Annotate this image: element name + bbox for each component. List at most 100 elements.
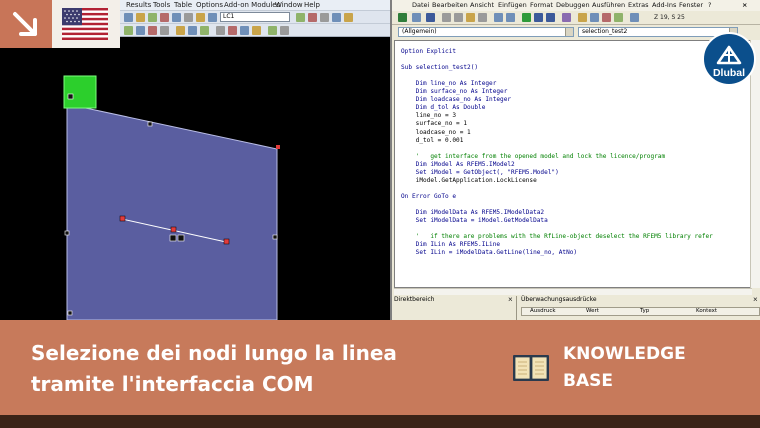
toolbar-icon[interactable] bbox=[160, 26, 169, 35]
node-marker[interactable] bbox=[276, 145, 280, 149]
cut-icon[interactable] bbox=[442, 13, 451, 22]
toolbar-icon[interactable] bbox=[320, 13, 329, 22]
code-line[interactable]: Dim iModelData As RFEM5.IModelData2 bbox=[401, 209, 544, 217]
toolbar-icon[interactable] bbox=[196, 13, 205, 22]
pause-icon[interactable] bbox=[534, 13, 543, 22]
toolbar-icon[interactable] bbox=[280, 26, 289, 35]
code-line[interactable]: iModel.GetApplication.LockLicense bbox=[401, 177, 537, 185]
node-marker[interactable] bbox=[223, 238, 230, 245]
immediate-window[interactable]: Direktbereich × bbox=[392, 295, 517, 320]
code-line[interactable]: loadcase_no = 1 bbox=[401, 129, 471, 137]
close-icon[interactable]: × bbox=[508, 295, 513, 304]
menu-add-on-modules[interactable]: Add-on Modules bbox=[224, 1, 280, 9]
toolbar-icon[interactable] bbox=[148, 26, 157, 35]
code-line[interactable]: line_no = 3 bbox=[401, 112, 456, 120]
node-marker[interactable] bbox=[67, 310, 73, 316]
node-marker[interactable] bbox=[64, 230, 70, 236]
toolbar-icon[interactable] bbox=[216, 26, 225, 35]
node-marker[interactable] bbox=[170, 226, 177, 233]
code-line[interactable]: Set iModel = GetObject(, "RFEM5.Model") bbox=[401, 169, 559, 177]
node-marker[interactable] bbox=[272, 234, 278, 240]
toolbar-icon[interactable] bbox=[136, 13, 145, 22]
vba-menu-ansicht[interactable]: Ansicht bbox=[470, 1, 494, 9]
toolbox-icon[interactable] bbox=[614, 13, 623, 22]
code-line[interactable]: Dim loadcase_no As Integer bbox=[401, 96, 511, 104]
toolbar-icon[interactable] bbox=[124, 26, 133, 35]
toolbar-icon[interactable] bbox=[268, 26, 277, 35]
watch-column-kontext[interactable]: Kontext bbox=[696, 308, 717, 314]
node-marker[interactable] bbox=[119, 215, 126, 222]
code-line[interactable]: ' get interface from the opened model an… bbox=[401, 153, 665, 161]
menu-results[interactable]: Results bbox=[126, 1, 151, 9]
toolbar-icon[interactable] bbox=[160, 13, 169, 22]
code-line[interactable]: Set iModelData = iModel.GetModelData bbox=[401, 217, 548, 225]
vba-menu-extras[interactable]: Extras bbox=[628, 1, 649, 9]
excel-icon[interactable] bbox=[398, 13, 407, 22]
toolbar-icon[interactable] bbox=[184, 13, 193, 22]
project-explorer-icon[interactable] bbox=[578, 13, 587, 22]
stop-icon[interactable] bbox=[546, 13, 555, 22]
toolbar-icon[interactable] bbox=[252, 26, 261, 35]
horizontal-scrollbar[interactable] bbox=[394, 288, 752, 295]
code-line[interactable]: Set ILin = iModelData.GetLine(line_no, A… bbox=[401, 249, 577, 257]
toolbar-icon[interactable] bbox=[176, 26, 185, 35]
menu-options[interactable]: Options bbox=[196, 1, 223, 9]
menu-table[interactable]: Table bbox=[174, 1, 192, 9]
close-icon[interactable]: × bbox=[742, 1, 747, 9]
vba-menu-ausfuehren[interactable]: Ausführen bbox=[592, 1, 625, 9]
toolbar-icon[interactable] bbox=[148, 13, 157, 22]
toolbar-icon[interactable] bbox=[188, 26, 197, 35]
vba-menu-add-ins[interactable]: Add-Ins bbox=[652, 1, 676, 9]
code-line[interactable]: Dim ILin As RFEM5.ILine bbox=[401, 241, 500, 249]
code-line[interactable]: Dim iModel As RFEM5.IModel2 bbox=[401, 161, 515, 169]
menu-tools[interactable]: Tools bbox=[153, 1, 170, 9]
code-line[interactable]: d_tol = 0.001 bbox=[401, 137, 464, 145]
toolbar-icon[interactable] bbox=[332, 13, 341, 22]
help-icon[interactable] bbox=[630, 13, 639, 22]
code-line[interactable]: On Error GoTo e bbox=[401, 193, 456, 201]
watch-column-ausdruck[interactable]: Ausdruck bbox=[530, 308, 556, 314]
vba-menu-help[interactable]: ? bbox=[708, 1, 711, 9]
copy-icon[interactable] bbox=[454, 13, 463, 22]
load-case-select[interactable]: LC1 bbox=[220, 12, 290, 22]
redo-icon[interactable] bbox=[506, 13, 515, 22]
watch-column-wert[interactable]: Wert bbox=[586, 308, 599, 314]
code-line[interactable]: Dim d_tol As Double bbox=[401, 104, 486, 112]
vba-menu-einfuegen[interactable]: Einfügen bbox=[498, 1, 527, 9]
watch-window[interactable]: Überwachungsausdrücke × Ausdruck Wert Ty… bbox=[519, 295, 760, 320]
node-marker[interactable] bbox=[67, 93, 74, 100]
insert-icon[interactable] bbox=[412, 13, 421, 22]
vba-menu-fenster[interactable]: Fenster bbox=[679, 1, 703, 9]
object-browser-icon[interactable] bbox=[602, 13, 611, 22]
code-line[interactable]: Sub selection_test2() bbox=[401, 64, 478, 72]
design-mode-icon[interactable] bbox=[562, 13, 571, 22]
code-line[interactable]: Dim surface_no As Integer bbox=[401, 88, 508, 96]
code-line[interactable]: Option Explicit bbox=[401, 48, 456, 56]
node-marker[interactable] bbox=[177, 234, 185, 242]
vba-menu-debuggen[interactable]: Debuggen bbox=[556, 1, 590, 9]
find-icon[interactable] bbox=[478, 13, 487, 22]
toolbar-icon[interactable] bbox=[308, 13, 317, 22]
toolbar-icon[interactable] bbox=[136, 26, 145, 35]
object-combo[interactable]: (Allgemein) bbox=[398, 27, 574, 37]
toolbar-icon[interactable] bbox=[172, 13, 181, 22]
chevron-down-icon[interactable] bbox=[565, 28, 573, 36]
toolbar-icon[interactable] bbox=[344, 13, 353, 22]
vba-menu-datei[interactable]: Datei bbox=[412, 1, 429, 9]
run-icon[interactable] bbox=[522, 13, 531, 22]
toolbar-icon[interactable] bbox=[240, 26, 249, 35]
paste-icon[interactable] bbox=[466, 13, 475, 22]
close-icon[interactable]: × bbox=[753, 295, 758, 304]
properties-icon[interactable] bbox=[590, 13, 599, 22]
vba-menu-format[interactable]: Format bbox=[530, 1, 553, 9]
toolbar-icon[interactable] bbox=[228, 26, 237, 35]
toolbar-icon[interactable] bbox=[296, 13, 305, 22]
vba-menu-bearbeiten[interactable]: Bearbeiten bbox=[432, 1, 468, 9]
node-marker[interactable] bbox=[169, 234, 177, 242]
code-editor[interactable]: Option Explicit Sub selection_test2() Dim… bbox=[394, 40, 752, 288]
toolbar-icon[interactable] bbox=[208, 13, 217, 22]
watch-column-typ[interactable]: Typ bbox=[640, 308, 649, 314]
toolbar-icon[interactable] bbox=[124, 13, 133, 22]
toolbar-icon[interactable] bbox=[200, 26, 209, 35]
menu-window[interactable]: Window bbox=[275, 1, 303, 9]
